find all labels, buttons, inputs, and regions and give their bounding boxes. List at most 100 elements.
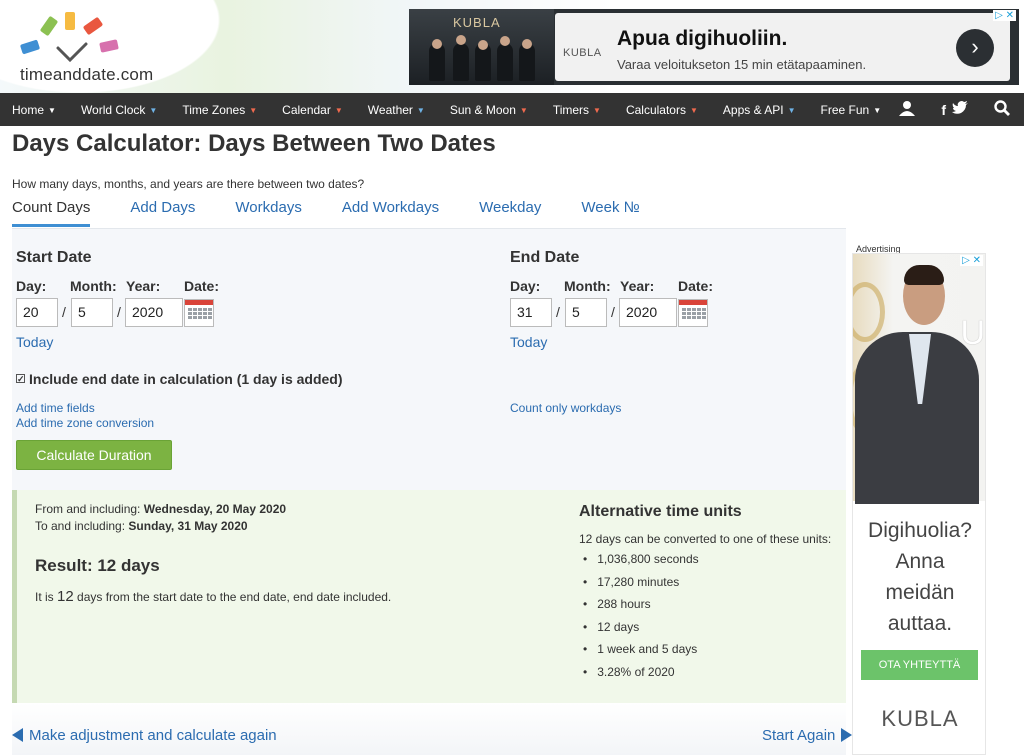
nav-item-world-clock[interactable]: World Clock ▼ [81, 103, 157, 117]
include-end-date-label: Include end date in calculation (1 day i… [29, 371, 343, 387]
site-header: timeanddate.com KUBLA KUBLA Apua digihuo… [0, 0, 1024, 93]
page-subtitle: How many days, months, and years are the… [12, 177, 365, 191]
date-separator: / [611, 304, 615, 320]
start-today-link[interactable]: Today [16, 334, 53, 350]
include-end-date-checkbox[interactable]: ✓ Include end date in calculation (1 day … [16, 371, 343, 387]
end-day-label: Day: [510, 278, 541, 294]
checkbox-checked-icon[interactable]: ✓ [16, 374, 25, 384]
add-time-fields-link[interactable]: Add time fields [16, 401, 95, 415]
side-ad-line: meidän [885, 581, 955, 604]
adchoices-icon[interactable]: ▷ ✕ [993, 10, 1016, 21]
tab-week-number[interactable]: Week № [581, 199, 639, 227]
tab-weekday[interactable]: Weekday [479, 199, 541, 227]
start-year-input[interactable]: 2020 [125, 298, 183, 327]
caret-down-icon: ▼ [334, 105, 343, 115]
list-item: 3.28% of 2020 [583, 665, 699, 688]
adchoices-icon[interactable]: ▷ ✕ [960, 255, 983, 266]
twitter-icon[interactable] [952, 100, 968, 119]
caret-down-icon: ▼ [149, 105, 158, 115]
calculate-duration-button[interactable]: Calculate Duration [16, 440, 172, 470]
nav-label: Calendar [282, 102, 331, 117]
result-panel: From and including: Wednesday, 20 May 20… [12, 490, 846, 703]
site-logo[interactable]: timeanddate.com [18, 8, 168, 88]
nav-label: Timers [552, 102, 590, 117]
nav-label: Free Fun [820, 102, 870, 117]
ota-yhteytta-button[interactable]: OTA YHTEYTTÄ [861, 650, 978, 680]
calendar-icon[interactable] [184, 299, 214, 327]
chevron-right-icon[interactable]: › [956, 29, 994, 67]
end-date-label: Date: [678, 278, 714, 294]
nav-item-apps-api[interactable]: Apps & API ▼ [723, 103, 796, 117]
make-adjustment-label: Make adjustment and calculate again [29, 727, 277, 744]
side-ad-line: Digihuolia? [868, 519, 972, 542]
tab-workdays[interactable]: Workdays [235, 199, 301, 227]
top-banner-ad[interactable]: KUBLA KUBLA Apua digihuoliin. Varaa velo… [409, 9, 1019, 85]
alt-units-list: 1,036,800 seconds 17,280 minutes 288 hou… [583, 552, 699, 688]
end-today-link[interactable]: Today [510, 334, 547, 350]
caret-down-icon: ▼ [249, 105, 258, 115]
side-ad[interactable]: U ▷ ✕ Digihuolia? Anna meidän auttaa. OT… [852, 253, 986, 755]
tab-count-days[interactable]: Count Days [12, 199, 91, 227]
caret-down-icon: ▼ [416, 105, 425, 115]
start-again-link[interactable]: Start Again [762, 727, 853, 744]
nav-label: Sun & Moon [449, 102, 516, 117]
calendar-icon[interactable] [678, 299, 708, 327]
make-adjustment-link[interactable]: Make adjustment and calculate again [12, 727, 277, 744]
from-line: From and including: Wednesday, 20 May 20… [35, 502, 286, 516]
date-separator: / [62, 304, 66, 320]
ad-brand: KUBLA [563, 47, 602, 59]
arrow-right-icon [841, 728, 853, 742]
end-month-input[interactable]: 5 [565, 298, 607, 327]
nav-icons: f [873, 93, 1024, 126]
result-title: Result: 12 days [35, 556, 160, 575]
user-icon[interactable] [899, 100, 916, 120]
nav-item-time-zones[interactable]: Time Zones ▼ [182, 103, 257, 117]
nav-item-home[interactable]: Home ▼ [12, 103, 56, 117]
start-month-input[interactable]: 5 [71, 298, 113, 327]
tab-add-days[interactable]: Add Days [130, 199, 195, 227]
start-again-label: Start Again [762, 727, 836, 744]
caret-down-icon: ▼ [519, 105, 528, 115]
start-month-label: Month: [70, 278, 117, 294]
page-title: Days Calculator: Days Between Two Dates [12, 130, 496, 157]
side-ad-text: Digihuolia? Anna meidän auttaa. [853, 515, 985, 639]
start-day-label: Day: [16, 278, 47, 294]
nav-item-weather[interactable]: Weather ▼ [368, 103, 425, 117]
caret-down-icon: ▼ [787, 105, 796, 115]
result-text-before: It is [35, 590, 58, 604]
nav-item-calendar[interactable]: Calendar ▼ [282, 103, 343, 117]
result-text-after: days from the start date to the end date… [73, 590, 392, 604]
nav-item-calculators[interactable]: Calculators ▼ [626, 103, 698, 117]
logo-text: timeanddate.com [20, 65, 154, 84]
side-ad-line: auttaa. [887, 612, 953, 635]
nav-item-free-fun[interactable]: Free Fun ▼ [821, 103, 882, 117]
ad-subline: Varaa veloitukseton 15 min etätapaaminen… [617, 57, 867, 72]
end-year-input[interactable]: 2020 [619, 298, 677, 327]
add-time-zone-conversion-link[interactable]: Add time zone conversion [16, 416, 154, 430]
facebook-icon[interactable]: f [941, 102, 946, 118]
search-icon[interactable] [994, 99, 1010, 120]
count-only-workdays-link[interactable]: Count only workdays [510, 401, 621, 415]
nav-label: World Clock [80, 102, 146, 117]
nav-item-timers[interactable]: Timers ▼ [553, 103, 601, 117]
ad-card[interactable]: KUBLA Apua digihuoliin. Varaa veloitukse… [555, 13, 1010, 81]
list-item: 1,036,800 seconds [583, 552, 698, 575]
start-day-input[interactable]: 20 [16, 298, 58, 327]
arrow-left-icon [12, 728, 23, 742]
nav-label: Time Zones [182, 102, 246, 117]
nav-item-sun-moon[interactable]: Sun & Moon ▼ [450, 103, 528, 117]
calculator-tabs: Count Days Add Days Workdays Add Workday… [12, 199, 680, 227]
tab-add-workdays[interactable]: Add Workdays [342, 199, 439, 227]
list-item: 288 hours [583, 597, 699, 620]
nav-label: Home [12, 102, 45, 117]
end-day-input[interactable]: 31 [510, 298, 552, 327]
date-separator: / [556, 304, 560, 320]
end-month-label: Month: [564, 278, 611, 294]
side-ad-brand: KUBLA [881, 706, 959, 731]
ad-photo-brand: KUBLA [453, 15, 501, 30]
start-date-heading: Start Date [16, 249, 92, 266]
nav-label: Apps & API [722, 102, 784, 117]
start-date-label: Date: [184, 278, 220, 294]
to-date: Sunday, 31 May 2020 [128, 519, 248, 533]
caret-down-icon: ▼ [48, 105, 56, 115]
